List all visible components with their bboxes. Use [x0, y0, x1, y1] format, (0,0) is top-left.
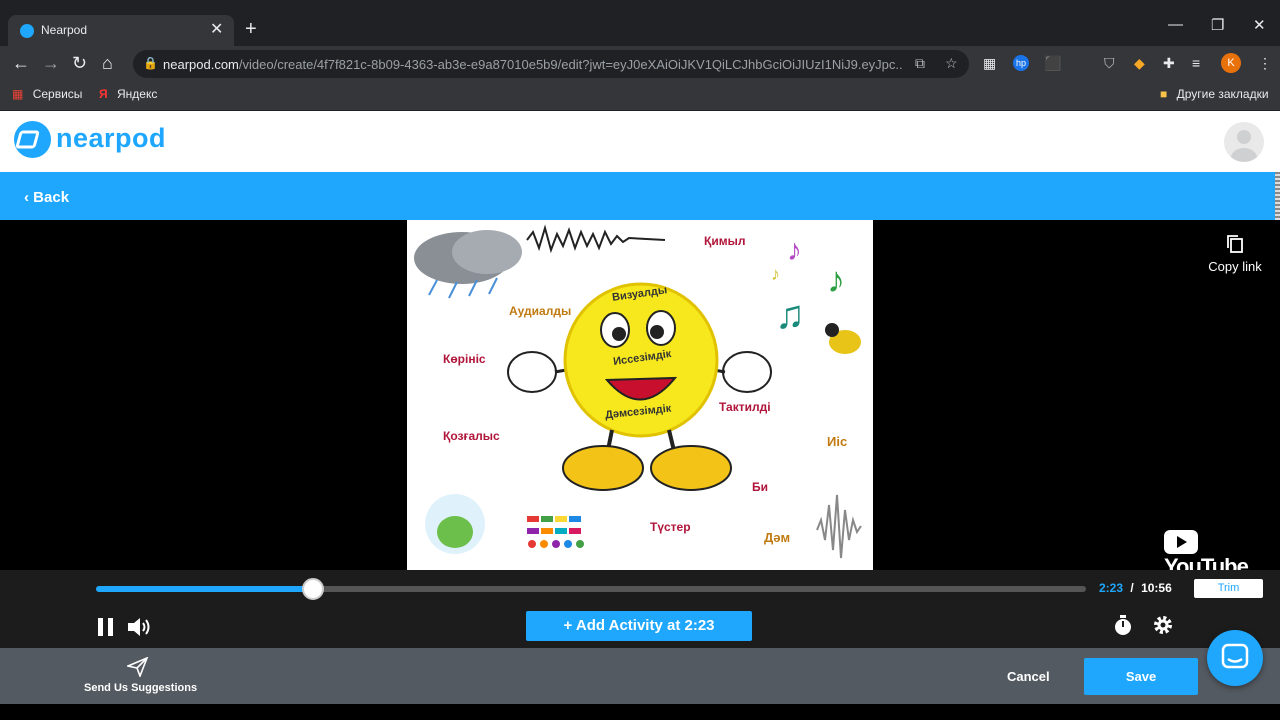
home-icon[interactable]: ⌂ — [102, 54, 113, 72]
reload-icon[interactable]: ↻ — [72, 54, 87, 72]
word-tuster: Түстер — [650, 520, 691, 534]
bottom-edge — [0, 704, 1280, 720]
video-frame[interactable]: ♪ ♪ ♫ ♪ Қимыл Аудиалды Көрініс Визуалды … — [407, 220, 873, 570]
profile-avatar[interactable]: K — [1221, 53, 1241, 73]
restore-icon[interactable]: ❐ — [1211, 16, 1224, 34]
extension-icon[interactable]: ◆ — [1134, 55, 1145, 71]
bookmarks-bar: ▦ Сервисы Я Яндекс ■ Другие закладки — [0, 82, 1280, 111]
youtube-play-icon — [1164, 530, 1198, 554]
player-controls: 2:23 / 10:56 Trim + Add Activity at 2:23 — [0, 570, 1280, 648]
browser-tab[interactable]: Nearpod ✕ — [8, 15, 234, 46]
pause-icon[interactable] — [97, 617, 115, 642]
back-arrow-icon[interactable]: ← — [12, 54, 30, 72]
video-frame-illustration: ♪ ♪ ♫ ♪ — [414, 224, 862, 559]
forward-arrow-icon[interactable]: → — [42, 54, 60, 72]
bookmark-services[interactable]: ▦ Сервисы — [12, 87, 82, 101]
cancel-button[interactable]: Cancel — [1007, 669, 1050, 684]
media-control-icon[interactable]: ≡ — [1192, 55, 1200, 71]
shield-extension-icon[interactable]: ⛉ — [1104, 55, 1115, 71]
nav-bar: ‹ Back — [0, 172, 1275, 220]
nearpod-logo-icon[interactable] — [14, 121, 51, 158]
word-taktildi: Тактилді — [719, 400, 771, 414]
svg-text:♫: ♫ — [775, 293, 805, 337]
hp-extension-icon[interactable]: hp — [1013, 55, 1029, 71]
send-icon[interactable] — [125, 656, 149, 682]
add-activity-button[interactable]: + Add Activity at 2:23 — [526, 611, 752, 641]
apps-grid-icon: ▦ — [12, 87, 24, 101]
trim-button[interactable]: Trim — [1194, 579, 1263, 598]
save-button[interactable]: Save — [1084, 658, 1198, 695]
send-suggestions-link[interactable]: Send Us Suggestions — [84, 682, 197, 694]
app-header: nearpod — [0, 111, 1280, 172]
browser-tabstrip: Nearpod ✕ + — ❐ ✕ — [0, 0, 1280, 46]
video-player[interactable]: ♪ ♪ ♫ ♪ Қимыл Аудиалды Көрініс Визуалды … — [0, 220, 1280, 579]
svg-text:♪: ♪ — [787, 234, 802, 267]
svg-text:♪: ♪ — [771, 264, 780, 284]
close-window-icon[interactable]: ✕ — [1253, 16, 1266, 34]
nearpod-logo-text[interactable]: nearpod — [56, 123, 166, 154]
user-avatar-icon[interactable] — [1224, 122, 1264, 162]
extensions-puzzle-icon[interactable]: ✚ — [1163, 55, 1175, 71]
bookmark-star-icon[interactable]: ☆ — [945, 55, 958, 72]
more-menu-icon[interactable]: ⋮ — [1258, 55, 1272, 71]
gear-icon[interactable] — [1152, 614, 1174, 641]
word-dam: Дәм — [764, 530, 791, 545]
copy-link-button[interactable]: Copy link — [1204, 234, 1266, 274]
close-tab-icon[interactable]: ✕ — [210, 19, 223, 39]
tab-title: Nearpod — [41, 23, 88, 37]
progress-scrubber[interactable] — [301, 578, 324, 600]
word-qimyl: Қимыл — [704, 234, 746, 248]
year-badge: 2020 — [815, 362, 836, 372]
address-bar[interactable]: 🔒 nearpod.com/video/create/4f7f821c-8b09… — [133, 50, 969, 78]
word-iis: Иіс — [827, 434, 848, 449]
word-audialdy: Аудиалды — [509, 304, 572, 318]
reading-list-icon[interactable]: ▦ — [983, 55, 996, 71]
page-scrollbar[interactable] — [1275, 172, 1280, 220]
url-text[interactable]: nearpod.com/video/create/4f7f821c-8b09-4… — [163, 57, 903, 72]
copy-icon — [1227, 235, 1243, 253]
minimize-icon[interactable]: — — [1168, 16, 1183, 33]
word-qozgalys: Қозғалыс — [443, 429, 500, 443]
back-button[interactable]: ‹ Back — [24, 189, 69, 206]
svg-text:♪: ♪ — [827, 259, 845, 300]
bookmark-yandex[interactable]: Я Яндекс — [99, 87, 157, 101]
progress-fill — [96, 586, 313, 592]
word-bi: Би — [752, 480, 769, 494]
editor-footer: Send Us Suggestions Cancel Save — [0, 648, 1280, 704]
chevron-left-icon: ‹ — [24, 189, 29, 206]
chat-support-button[interactable] — [1207, 630, 1263, 686]
lock-icon: 🔒 — [143, 56, 158, 70]
word-korinis: Көрініс — [443, 352, 486, 366]
browser-toolbar: ← → ↻ ⌂ 🔒 nearpod.com/video/create/4f7f8… — [0, 46, 1280, 82]
new-tab-icon[interactable]: + — [245, 19, 257, 39]
stopwatch-icon[interactable] — [1113, 614, 1133, 641]
volume-icon[interactable] — [126, 615, 152, 644]
time-display: 2:23 / 10:56 — [1099, 581, 1172, 595]
translate-icon[interactable]: ⧉ — [915, 55, 925, 72]
progress-track[interactable] — [96, 578, 1086, 600]
bookmark-other[interactable]: ■ Другие закладки — [1160, 87, 1269, 101]
nearpod-favicon-icon — [20, 24, 34, 38]
yandex-icon: Я — [99, 87, 108, 101]
folder-icon: ■ — [1160, 87, 1168, 101]
duration: 10:56 — [1141, 581, 1172, 595]
chat-icon — [1221, 643, 1249, 669]
current-time: 2:23 — [1099, 581, 1124, 595]
pdf-extension-icon[interactable]: ⬛ — [1044, 55, 1061, 71]
